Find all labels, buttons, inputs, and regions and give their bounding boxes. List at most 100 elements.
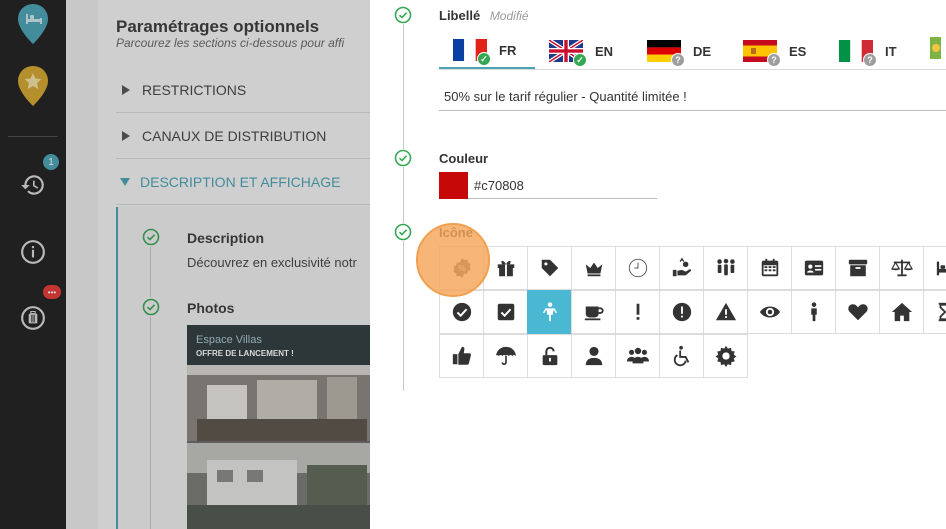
italy-flag-icon: ?: [839, 40, 877, 67]
photos-label: Photos: [187, 300, 235, 316]
description-text: Découvrez en exclusivité notr: [187, 255, 357, 270]
icon-option-percent-badge[interactable]: %: [439, 246, 484, 290]
users-icon: [626, 347, 649, 364]
eye-icon: [759, 306, 780, 318]
icon-option-warning[interactable]: [703, 290, 748, 334]
libelle-label-text: Libellé: [439, 8, 481, 23]
icon-option-tag[interactable]: [527, 246, 572, 290]
icon-option-calendar[interactable]: [747, 246, 792, 290]
icon-option-coffee[interactable]: [571, 290, 616, 334]
icon-option-hand-offer[interactable]: [659, 246, 704, 290]
icon-option-user[interactable]: [571, 334, 616, 378]
bed-marker-icon: [18, 4, 48, 44]
user-icon: [585, 346, 602, 366]
history-badge: 1: [43, 154, 59, 170]
archive-icon: [848, 259, 867, 277]
check-square-icon: [497, 303, 514, 321]
icon-option-check-circle[interactable]: [439, 290, 484, 334]
unlock-icon: [542, 346, 557, 366]
exclamation-circle-icon: [672, 302, 691, 322]
check-circle-icon: [452, 302, 471, 322]
warning-icon: [715, 302, 736, 321]
icon-option-umbrella[interactable]: [483, 334, 528, 378]
photo-caption: OFFRE DE LANCEMENT !: [196, 349, 294, 358]
caret-down-icon: [120, 177, 130, 186]
icon-option-unlock[interactable]: [527, 334, 572, 378]
crown-icon: [585, 262, 602, 277]
check-circle-icon: [394, 6, 412, 24]
history-nav-button[interactable]: 1: [13, 154, 59, 205]
color-input[interactable]: #c70808: [468, 172, 657, 199]
page-subtitle: Parcourez les sections ci-dessous pour a…: [116, 36, 345, 50]
hotel-nav-button[interactable]: [13, 4, 53, 44]
villa-photo: [187, 365, 376, 529]
icon-option-home[interactable]: [879, 290, 924, 334]
favorites-nav-button[interactable]: [13, 66, 53, 106]
check-icon: ✓: [477, 52, 491, 66]
lang-code: EN: [595, 43, 614, 59]
question-icon: ?: [863, 53, 877, 67]
edit-drawer: Libellé Modifié ✓ FR ✓ EN ? DE ? ES ? IT…: [370, 0, 946, 529]
icon-option-users[interactable]: [615, 334, 660, 378]
history-icon: [21, 175, 44, 195]
tab-lang-de[interactable]: ? DE: [647, 33, 711, 69]
section-restrictions[interactable]: RESTRICTIONS: [116, 67, 376, 113]
tab-lang-fr[interactable]: ✓ FR: [439, 33, 535, 69]
icon-option-wheelchair[interactable]: [659, 334, 704, 378]
luggage-nav-button[interactable]: •••: [13, 285, 61, 338]
icon-option-heart[interactable]: [835, 290, 880, 334]
tab-lang-it[interactable]: ? IT: [839, 33, 897, 69]
color-swatch[interactable]: [439, 172, 468, 199]
icon-option-check-square[interactable]: [483, 290, 528, 334]
luggage-icon: [21, 306, 45, 330]
nav-divider: [8, 136, 58, 137]
icon-label: Icône: [439, 225, 473, 240]
libelle-modified-note: Modifié: [489, 9, 529, 23]
icon-option-bed[interactable]: [923, 246, 946, 290]
next-language-flag-icon[interactable]: [930, 37, 946, 59]
icon-option-group[interactable]: [703, 246, 748, 290]
icon-option-person-standing[interactable]: [791, 290, 836, 334]
icon-option-gift[interactable]: [483, 246, 528, 290]
icon-option-balance-scale[interactable]: [879, 246, 924, 290]
section-label: RESTRICTIONS: [142, 81, 247, 98]
lang-code: ES: [789, 43, 807, 59]
check-icon: ✓: [573, 53, 587, 67]
icon-option-clock[interactable]: [615, 246, 660, 290]
tab-lang-es[interactable]: ? ES: [743, 33, 806, 69]
icon-option-crown[interactable]: [571, 246, 616, 290]
check-circle-icon: [142, 228, 160, 246]
step-line: [403, 24, 404, 391]
color-label: Couleur: [439, 151, 489, 166]
section-distribution[interactable]: CANAUX DE DISTRIBUTION: [116, 113, 376, 159]
caret-right-icon: [122, 130, 130, 141]
step-line: [150, 317, 151, 529]
photo-preview[interactable]: Espace Villas OFFRE DE LANCEMENT !: [187, 325, 376, 529]
germany-flag-icon: ?: [647, 40, 685, 67]
icon-option-id-card[interactable]: [791, 246, 836, 290]
wheelchair-icon: [673, 345, 689, 367]
home-icon: [891, 302, 912, 322]
icon-option-eye[interactable]: [747, 290, 792, 334]
icon-option-hourglass[interactable]: [923, 290, 946, 334]
description-label: Description: [187, 230, 265, 246]
tab-lang-en[interactable]: ✓ EN: [547, 33, 614, 69]
icon-option-exclamation[interactable]: [615, 290, 660, 334]
section-description[interactable]: DESCRIPTION ET AFFICHAGE: [116, 159, 376, 205]
gift-icon: [497, 260, 514, 277]
child-icon: [542, 302, 557, 322]
icon-option-exclamation-circle[interactable]: [659, 290, 704, 334]
info-nav-button[interactable]: [13, 232, 53, 272]
star-marker-icon: [18, 66, 48, 106]
lang-code: FR: [499, 42, 517, 58]
icon-option-thumbs-up[interactable]: [439, 334, 484, 378]
libelle-input[interactable]: 50% sur le tarif régulier - Quantité lim…: [439, 83, 946, 111]
lang-code: IT: [885, 43, 897, 59]
icon-option-gear-badge[interactable]: [703, 334, 748, 378]
icon-option-child-selected[interactable]: [527, 290, 572, 334]
france-flag-icon: ✓: [453, 38, 491, 66]
step-line: [150, 247, 151, 297]
check-circle-icon: [394, 223, 412, 241]
icon-option-archive[interactable]: [835, 246, 880, 290]
section-label: CANAUX DE DISTRIBUTION: [142, 127, 327, 144]
